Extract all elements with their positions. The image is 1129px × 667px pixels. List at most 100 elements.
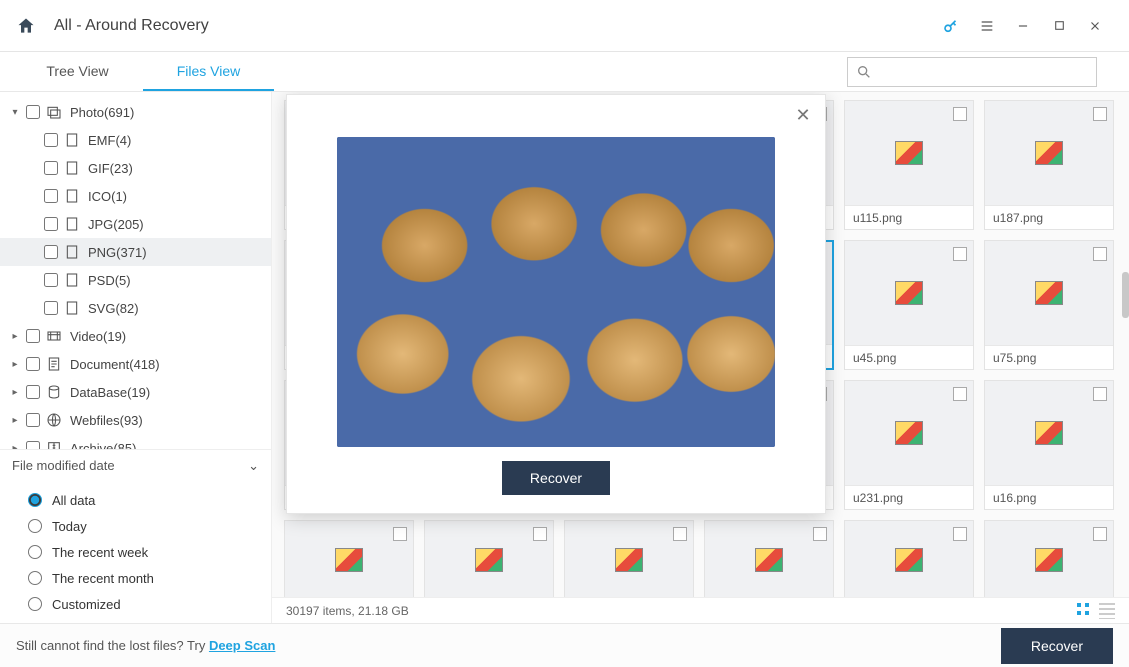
- checkbox-jpg[interactable]: [44, 217, 58, 231]
- filter-option-all[interactable]: All data: [28, 487, 259, 513]
- tree-node-document[interactable]: ▸Document(418): [0, 350, 271, 378]
- checkbox-psd[interactable]: [44, 273, 58, 287]
- card-checkbox[interactable]: [533, 527, 547, 541]
- file-icon: [64, 160, 80, 176]
- recover-button[interactable]: Recover: [1001, 628, 1113, 664]
- file-icon: [64, 244, 80, 260]
- card-checkbox[interactable]: [1093, 107, 1107, 121]
- image-placeholder-icon: [615, 548, 643, 572]
- maximize-button[interactable]: [1041, 10, 1077, 42]
- file-card[interactable]: [704, 520, 834, 600]
- close-button[interactable]: [1077, 10, 1113, 42]
- archive-icon: [46, 440, 62, 449]
- card-checkbox[interactable]: [953, 387, 967, 401]
- tree-node-gif[interactable]: GIF(23): [0, 154, 271, 182]
- chevron-right-icon[interactable]: ▸: [8, 385, 22, 399]
- card-checkbox[interactable]: [953, 107, 967, 121]
- file-name: u16.png: [985, 485, 1113, 509]
- close-icon[interactable]: ✕: [791, 103, 815, 127]
- card-checkbox[interactable]: [1093, 527, 1107, 541]
- checkbox-archive[interactable]: [26, 441, 40, 449]
- radio-today[interactable]: [28, 519, 42, 533]
- tree-node-photo[interactable]: ▾ Photo(691): [0, 98, 271, 126]
- tree-node-database[interactable]: ▸DataBase(19): [0, 378, 271, 406]
- file-card[interactable]: [284, 520, 414, 600]
- checkbox-svg[interactable]: [44, 301, 58, 315]
- card-checkbox[interactable]: [813, 527, 827, 541]
- tab-tree-view[interactable]: Tree View: [12, 53, 143, 91]
- preview-recover-button[interactable]: Recover: [502, 461, 610, 495]
- deep-scan-link[interactable]: Deep Scan: [209, 638, 275, 653]
- checkbox-webfiles[interactable]: [26, 413, 40, 427]
- file-card[interactable]: [564, 520, 694, 600]
- minimize-button[interactable]: [1005, 10, 1041, 42]
- file-card[interactable]: u16.png: [984, 380, 1114, 510]
- chevron-right-icon[interactable]: ▸: [8, 329, 22, 343]
- tree-node-webfiles[interactable]: ▸Webfiles(93): [0, 406, 271, 434]
- checkbox-png[interactable]: [44, 245, 58, 259]
- home-icon[interactable]: [16, 16, 36, 36]
- search-input[interactable]: [878, 65, 1088, 80]
- view-list-icon[interactable]: [1099, 603, 1115, 619]
- tree-label: GIF(23): [88, 161, 133, 176]
- card-checkbox[interactable]: [953, 527, 967, 541]
- tree-node-svg[interactable]: SVG(82): [0, 294, 271, 322]
- chevron-right-icon[interactable]: ▸: [8, 413, 22, 427]
- chevron-right-icon[interactable]: ▸: [8, 357, 22, 371]
- tree-node-video[interactable]: ▸Video(19): [0, 322, 271, 350]
- filter-option-custom[interactable]: Customized: [28, 591, 259, 617]
- tree-node-archive[interactable]: ▸Archive(85): [0, 434, 271, 449]
- file-name: u75.png: [985, 345, 1113, 369]
- file-card[interactable]: u187.png: [984, 100, 1114, 230]
- search-box[interactable]: [847, 57, 1097, 87]
- file-icon: [64, 188, 80, 204]
- key-icon[interactable]: [933, 10, 969, 42]
- scrollbar-thumb[interactable]: [1122, 272, 1129, 318]
- tab-files-view[interactable]: Files View: [143, 53, 274, 91]
- file-card[interactable]: u75.png: [984, 240, 1114, 370]
- checkbox-document[interactable]: [26, 357, 40, 371]
- checkbox-database[interactable]: [26, 385, 40, 399]
- menu-icon[interactable]: [969, 10, 1005, 42]
- status-bar: 30197 items, 21.18 GB: [272, 597, 1129, 623]
- radio-week[interactable]: [28, 545, 42, 559]
- radio-month[interactable]: [28, 571, 42, 585]
- chevron-down-icon[interactable]: ▾: [8, 105, 22, 119]
- image-placeholder-icon: [755, 548, 783, 572]
- preview-dialog: ✕ Recover: [286, 94, 826, 514]
- tree-node-emf[interactable]: EMF(4): [0, 126, 271, 154]
- card-checkbox[interactable]: [1093, 247, 1107, 261]
- view-grid-icon[interactable]: [1073, 603, 1089, 619]
- file-card[interactable]: u115.png: [844, 100, 974, 230]
- card-checkbox[interactable]: [953, 247, 967, 261]
- file-card[interactable]: [844, 520, 974, 600]
- tree-node-jpg[interactable]: JPG(205): [0, 210, 271, 238]
- radio-all[interactable]: [28, 493, 42, 507]
- card-checkbox[interactable]: [1093, 387, 1107, 401]
- app-title: All - Around Recovery: [54, 17, 209, 35]
- filter-option-label: Customized: [52, 597, 121, 612]
- tree-node-ico[interactable]: ICO(1): [0, 182, 271, 210]
- tree-node-psd[interactable]: PSD(5): [0, 266, 271, 294]
- chevron-right-icon[interactable]: ▸: [8, 441, 22, 449]
- filter-header[interactable]: File modified date ⌄: [0, 449, 271, 481]
- checkbox-emf[interactable]: [44, 133, 58, 147]
- checkbox-video[interactable]: [26, 329, 40, 343]
- tree-label: PNG(371): [88, 245, 147, 260]
- checkbox-gif[interactable]: [44, 161, 58, 175]
- filter-option-week[interactable]: The recent week: [28, 539, 259, 565]
- filter-option-month[interactable]: The recent month: [28, 565, 259, 591]
- file-card[interactable]: [424, 520, 554, 600]
- filter-option-today[interactable]: Today: [28, 513, 259, 539]
- radio-custom[interactable]: [28, 597, 42, 611]
- image-placeholder-icon: [335, 548, 363, 572]
- database-icon: [46, 384, 62, 400]
- card-checkbox[interactable]: [673, 527, 687, 541]
- checkbox-ico[interactable]: [44, 189, 58, 203]
- file-card[interactable]: u45.png: [844, 240, 974, 370]
- checkbox-photo[interactable]: [26, 105, 40, 119]
- tree-node-png[interactable]: PNG(371): [0, 238, 271, 266]
- card-checkbox[interactable]: [393, 527, 407, 541]
- file-card[interactable]: u231.png: [844, 380, 974, 510]
- file-card[interactable]: [984, 520, 1114, 600]
